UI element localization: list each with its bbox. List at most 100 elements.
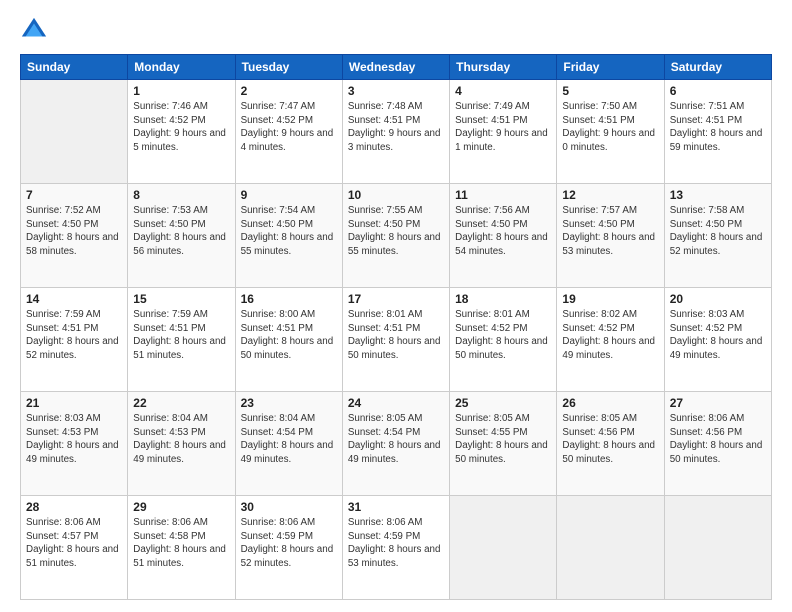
calendar-cell — [450, 496, 557, 600]
calendar-cell: 6 Sunrise: 7:51 AMSunset: 4:51 PMDaylight… — [664, 80, 771, 184]
day-info: Sunrise: 8:01 AMSunset: 4:52 PMDaylight:… — [455, 308, 551, 363]
day-number: 18 — [455, 292, 551, 306]
day-info: Sunrise: 7:47 AMSunset: 4:52 PMDaylight:… — [241, 100, 337, 155]
calendar-cell: 31Sunrise: 8:06 AMSunset: 4:59 PMDayligh… — [342, 496, 449, 600]
calendar-cell: 30 Sunrise: 8:06 AMSunset: 4:59 PMDayligh… — [235, 496, 342, 600]
calendar-header: SundayMondayTuesdayWednesdayThursdayFrid… — [21, 55, 772, 80]
day-info: Sunrise: 8:03 AMSunset: 4:53 PMDaylight:… — [26, 412, 122, 467]
weekday-monday: Monday — [128, 55, 235, 80]
day-number: 10 — [348, 188, 444, 202]
day-info: Sunrise: 8:05 AMSunset: 4:54 PMDaylight:… — [348, 412, 444, 467]
day-number: 24 — [348, 396, 444, 410]
day-number: 3 — [348, 84, 444, 98]
calendar-cell: 24 Sunrise: 8:05 AMSunset: 4:54 PMDayligh… — [342, 392, 449, 496]
day-number: 4 — [455, 84, 551, 98]
logo — [20, 16, 52, 44]
day-number: 5 — [562, 84, 658, 98]
day-number: 6 — [670, 84, 766, 98]
day-info: Sunrise: 7:52 AMSunset: 4:50 PMDaylight:… — [26, 204, 122, 259]
calendar-cell: 7 Sunrise: 7:52 AMSunset: 4:50 PMDaylight… — [21, 184, 128, 288]
calendar-cell: 13 Sunrise: 7:58 AMSunset: 4:50 PMDayligh… — [664, 184, 771, 288]
calendar: SundayMondayTuesdayWednesdayThursdayFrid… — [20, 54, 772, 600]
logo-icon — [20, 16, 48, 44]
day-info: Sunrise: 8:06 AMSunset: 4:58 PMDaylight:… — [133, 516, 229, 571]
weekday-saturday: Saturday — [664, 55, 771, 80]
weekday-wednesday: Wednesday — [342, 55, 449, 80]
calendar-cell: 8 Sunrise: 7:53 AMSunset: 4:50 PMDaylight… — [128, 184, 235, 288]
week-row-1: 7 Sunrise: 7:52 AMSunset: 4:50 PMDaylight… — [21, 184, 772, 288]
calendar-cell: 20Sunrise: 8:03 AMSunset: 4:52 PMDayligh… — [664, 288, 771, 392]
day-number: 26 — [562, 396, 658, 410]
calendar-cell: 10 Sunrise: 7:55 AMSunset: 4:50 PMDayligh… — [342, 184, 449, 288]
day-number: 8 — [133, 188, 229, 202]
day-info: Sunrise: 8:01 AMSunset: 4:51 PMDaylight:… — [348, 308, 444, 363]
day-number: 11 — [455, 188, 551, 202]
weekday-row: SundayMondayTuesdayWednesdayThursdayFrid… — [21, 55, 772, 80]
day-info: Sunrise: 7:53 AMSunset: 4:50 PMDaylight:… — [133, 204, 229, 259]
day-info: Sunrise: 8:04 AMSunset: 4:53 PMDaylight:… — [133, 412, 229, 467]
day-number: 23 — [241, 396, 337, 410]
day-number: 25 — [455, 396, 551, 410]
weekday-friday: Friday — [557, 55, 664, 80]
calendar-cell — [557, 496, 664, 600]
day-info: Sunrise: 8:06 AMSunset: 4:56 PMDaylight:… — [670, 412, 766, 467]
calendar-cell: 16 Sunrise: 8:00 AMSunset: 4:51 PMDayligh… — [235, 288, 342, 392]
calendar-cell: 19 Sunrise: 8:02 AMSunset: 4:52 PMDayligh… — [557, 288, 664, 392]
calendar-cell: 1Sunrise: 7:46 AMSunset: 4:52 PMDaylight… — [128, 80, 235, 184]
calendar-cell: 5Sunrise: 7:50 AMSunset: 4:51 PMDaylight… — [557, 80, 664, 184]
day-info: Sunrise: 7:57 AMSunset: 4:50 PMDaylight:… — [562, 204, 658, 259]
day-info: Sunrise: 8:05 AMSunset: 4:56 PMDaylight:… — [562, 412, 658, 467]
calendar-cell: 2 Sunrise: 7:47 AMSunset: 4:52 PMDaylight… — [235, 80, 342, 184]
day-number: 15 — [133, 292, 229, 306]
calendar-cell — [664, 496, 771, 600]
day-number: 7 — [26, 188, 122, 202]
day-info: Sunrise: 7:59 AMSunset: 4:51 PMDaylight:… — [133, 308, 229, 363]
calendar-cell: 14 Sunrise: 7:59 AMSunset: 4:51 PMDayligh… — [21, 288, 128, 392]
day-number: 2 — [241, 84, 337, 98]
day-info: Sunrise: 7:59 AMSunset: 4:51 PMDaylight:… — [26, 308, 122, 363]
weekday-tuesday: Tuesday — [235, 55, 342, 80]
day-number: 17 — [348, 292, 444, 306]
calendar-cell: 29 Sunrise: 8:06 AMSunset: 4:58 PMDayligh… — [128, 496, 235, 600]
day-info: Sunrise: 8:02 AMSunset: 4:52 PMDaylight:… — [562, 308, 658, 363]
day-number: 30 — [241, 500, 337, 514]
calendar-cell: 25 Sunrise: 8:05 AMSunset: 4:55 PMDayligh… — [450, 392, 557, 496]
calendar-cell — [21, 80, 128, 184]
day-info: Sunrise: 8:05 AMSunset: 4:55 PMDaylight:… — [455, 412, 551, 467]
day-number: 28 — [26, 500, 122, 514]
calendar-cell: 23Sunrise: 8:04 AMSunset: 4:54 PMDayligh… — [235, 392, 342, 496]
day-number: 13 — [670, 188, 766, 202]
calendar-cell: 17 Sunrise: 8:01 AMSunset: 4:51 PMDayligh… — [342, 288, 449, 392]
calendar-cell: 9 Sunrise: 7:54 AMSunset: 4:50 PMDaylight… — [235, 184, 342, 288]
day-info: Sunrise: 7:51 AMSunset: 4:51 PMDaylight:… — [670, 100, 766, 155]
day-number: 16 — [241, 292, 337, 306]
day-number: 22 — [133, 396, 229, 410]
day-number: 27 — [670, 396, 766, 410]
day-info: Sunrise: 8:00 AMSunset: 4:51 PMDaylight:… — [241, 308, 337, 363]
calendar-cell: 3Sunrise: 7:48 AMSunset: 4:51 PMDaylight… — [342, 80, 449, 184]
day-number: 19 — [562, 292, 658, 306]
day-info: Sunrise: 7:56 AMSunset: 4:50 PMDaylight:… — [455, 204, 551, 259]
calendar-cell: 18 Sunrise: 8:01 AMSunset: 4:52 PMDayligh… — [450, 288, 557, 392]
week-row-3: 21 Sunrise: 8:03 AMSunset: 4:53 PMDayligh… — [21, 392, 772, 496]
day-info: Sunrise: 7:54 AMSunset: 4:50 PMDaylight:… — [241, 204, 337, 259]
calendar-cell: 11 Sunrise: 7:56 AMSunset: 4:50 PMDayligh… — [450, 184, 557, 288]
day-info: Sunrise: 8:06 AMSunset: 4:59 PMDaylight:… — [241, 516, 337, 571]
calendar-cell: 27 Sunrise: 8:06 AMSunset: 4:56 PMDayligh… — [664, 392, 771, 496]
day-number: 29 — [133, 500, 229, 514]
day-info: Sunrise: 8:06 AMSunset: 4:59 PMDaylight:… — [348, 516, 444, 571]
page: SundayMondayTuesdayWednesdayThursdayFrid… — [0, 0, 792, 612]
calendar-cell: 21 Sunrise: 8:03 AMSunset: 4:53 PMDayligh… — [21, 392, 128, 496]
calendar-cell: 28Sunrise: 8:06 AMSunset: 4:57 PMDayligh… — [21, 496, 128, 600]
day-number: 21 — [26, 396, 122, 410]
day-number: 14 — [26, 292, 122, 306]
day-number: 20 — [670, 292, 766, 306]
day-info: Sunrise: 7:55 AMSunset: 4:50 PMDaylight:… — [348, 204, 444, 259]
day-number: 9 — [241, 188, 337, 202]
calendar-cell: 15 Sunrise: 7:59 AMSunset: 4:51 PMDayligh… — [128, 288, 235, 392]
calendar-body: 1Sunrise: 7:46 AMSunset: 4:52 PMDaylight… — [21, 80, 772, 600]
calendar-cell: 4Sunrise: 7:49 AMSunset: 4:51 PMDaylight… — [450, 80, 557, 184]
week-row-0: 1Sunrise: 7:46 AMSunset: 4:52 PMDaylight… — [21, 80, 772, 184]
calendar-cell: 26 Sunrise: 8:05 AMSunset: 4:56 PMDayligh… — [557, 392, 664, 496]
day-info: Sunrise: 7:58 AMSunset: 4:50 PMDaylight:… — [670, 204, 766, 259]
